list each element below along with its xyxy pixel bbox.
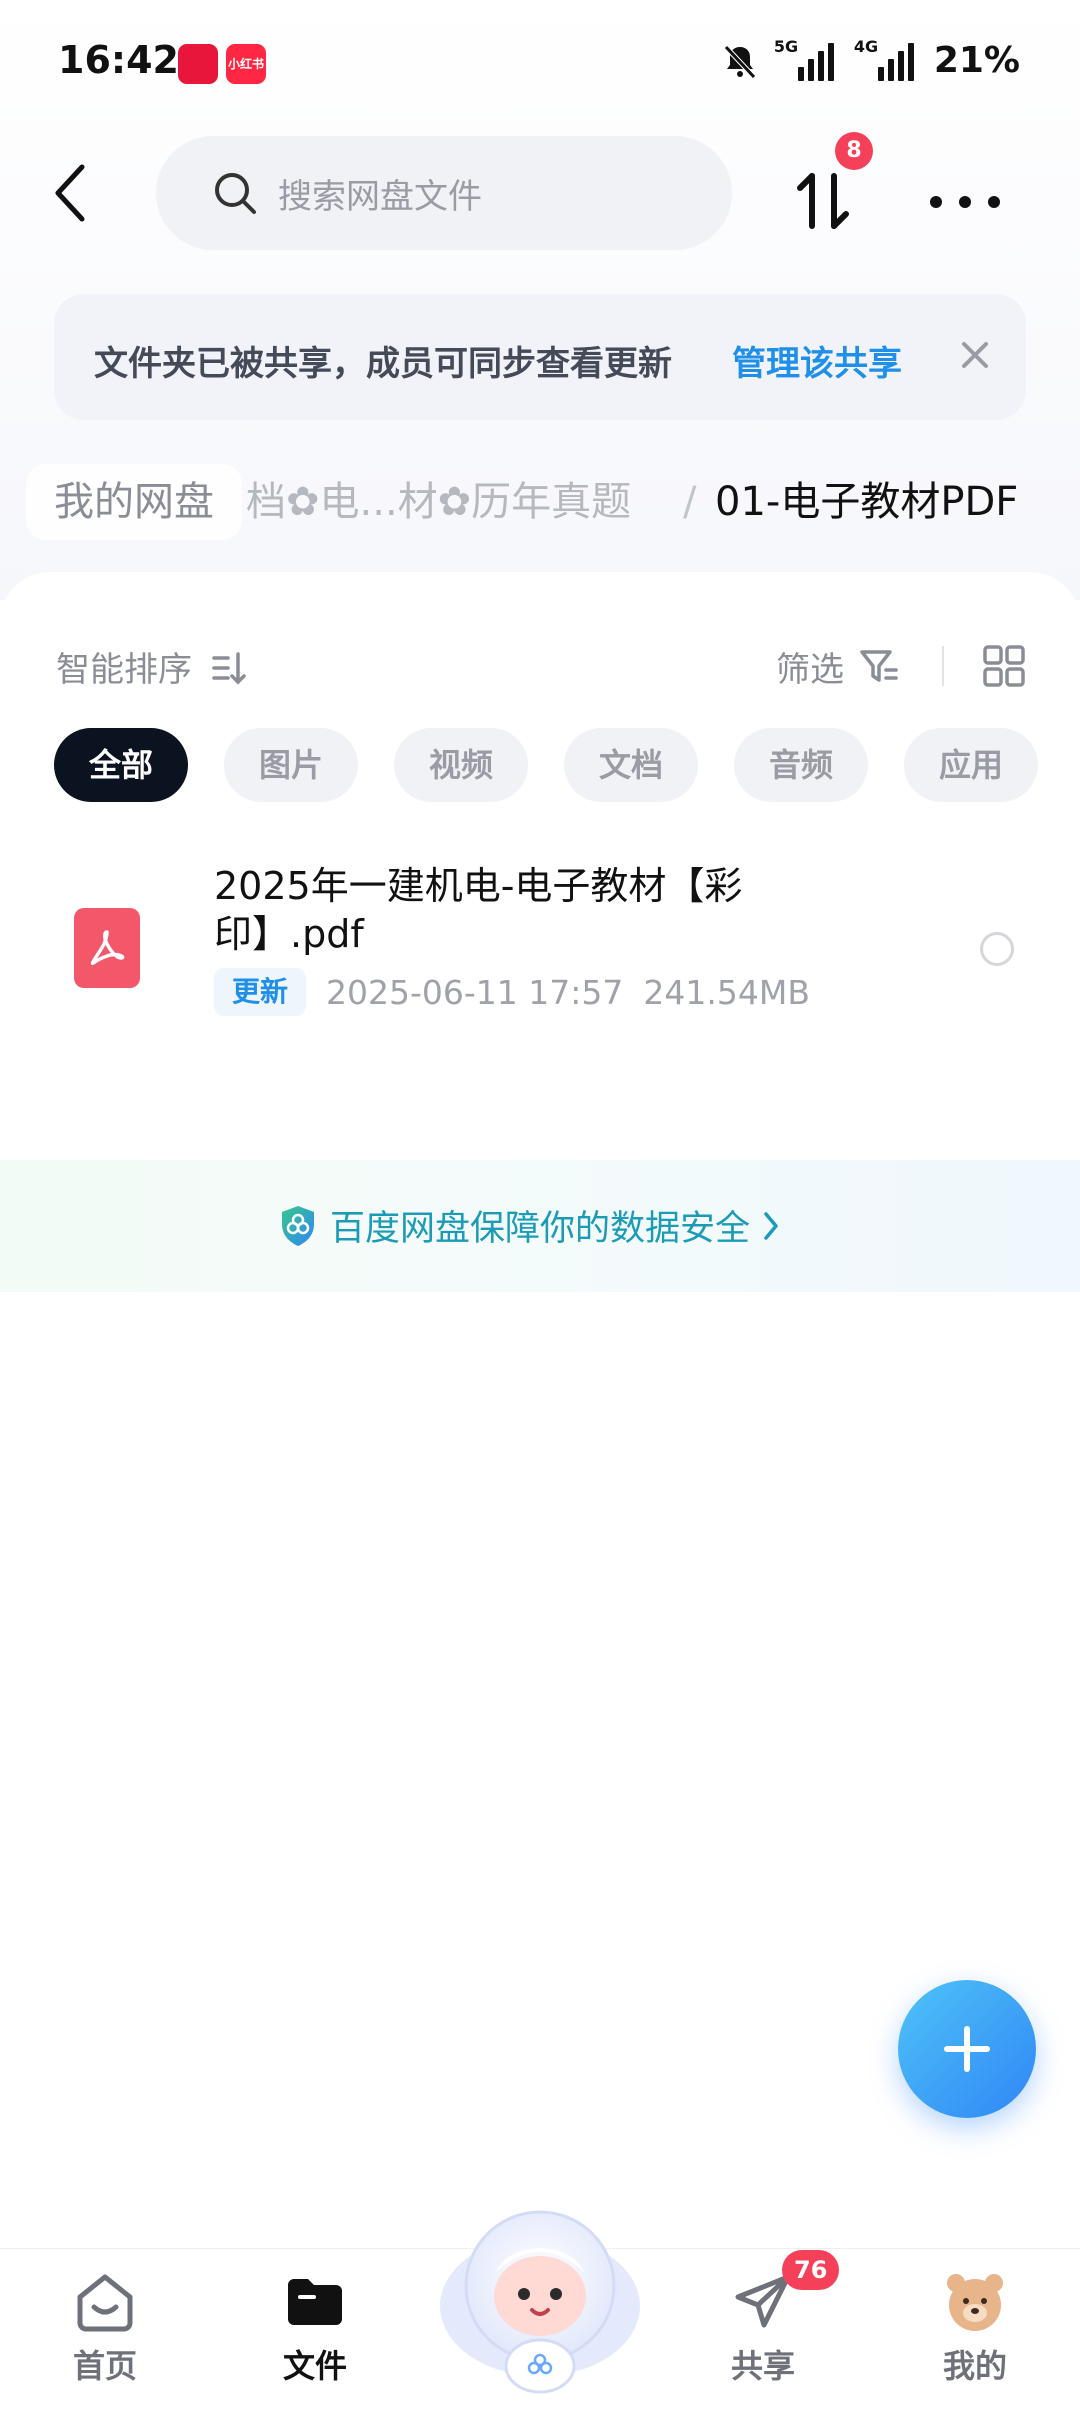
- folder-icon: [288, 2279, 342, 2325]
- sort-button[interactable]: 智能排序: [56, 642, 192, 691]
- status-indicators: 5G 4G 21%: [720, 37, 1020, 81]
- xiaohongshu-app-icon: 小红书: [226, 44, 266, 84]
- chevron-left-icon: [55, 164, 85, 222]
- tab-images[interactable]: 图片: [224, 728, 358, 802]
- header: 搜索网盘文件: [0, 128, 1080, 258]
- nav-files[interactable]: 文件: [240, 2269, 390, 2387]
- pdf-file-icon: [74, 908, 140, 988]
- toolbar-divider: [942, 646, 944, 686]
- add-button[interactable]: [898, 1980, 1036, 2118]
- filter-icon[interactable]: [858, 646, 900, 688]
- breadcrumb: 档✿电...材✿历年真题 我的网盘 / 01-电子教材PDF: [0, 462, 1080, 542]
- file-date: 2025-06-11 17:57: [326, 972, 624, 1012]
- signal-4g-label: 4G: [853, 36, 879, 56]
- search-input[interactable]: 搜索网盘文件: [156, 136, 732, 250]
- back-button[interactable]: [40, 158, 100, 228]
- transfer-count-badge: 8: [835, 132, 873, 170]
- nav-home[interactable]: 首页: [30, 2269, 180, 2387]
- share-notice-banner: 文件夹已被共享，成员可同步查看更新 管理该共享: [54, 294, 1026, 420]
- nav-home-label: 首页: [72, 2347, 137, 2385]
- sort-icon[interactable]: [210, 648, 250, 688]
- list-item[interactable]: 2025年一建机电-电子教材【彩印】.pdf 更新 2025-06-11 17:…: [0, 852, 1080, 1052]
- tab-documents[interactable]: 文档: [564, 728, 698, 802]
- breadcrumb-current: 01-电子教材PDF: [715, 479, 1019, 525]
- share-count-badge: 76: [782, 2250, 840, 2290]
- tmall-app-icon: [178, 44, 218, 84]
- more-dot: [959, 196, 971, 208]
- chevron-right-icon: [764, 1211, 778, 1240]
- share-notice-text: 文件夹已被共享，成员可同步查看更新: [94, 344, 672, 384]
- nav-mine-label: 我的: [942, 2347, 1007, 2385]
- select-checkbox[interactable]: [980, 932, 1014, 966]
- more-dot: [930, 196, 942, 208]
- status-time: 16:42: [58, 38, 179, 82]
- plus-icon: [944, 2026, 990, 2072]
- sort-filter-row: 智能排序 筛选: [0, 632, 1080, 702]
- breadcrumb-root[interactable]: 我的网盘: [26, 464, 242, 540]
- mute-bell-icon: [724, 44, 756, 79]
- data-safety-content: 百度网盘保障你的数据安全: [278, 1200, 782, 1251]
- manage-share-link[interactable]: 管理该共享: [732, 336, 902, 385]
- file-list-panel: 智能排序 筛选 全部 图片 视频 文档 音频 应用 2025年一建机电-电子教材…: [0, 572, 1080, 2242]
- grid-view-icon[interactable]: [982, 644, 1026, 688]
- file-name: 2025年一建机电-电子教材【彩印】.pdf: [214, 864, 743, 956]
- more-options-button[interactable]: [930, 172, 1000, 232]
- tab-all[interactable]: 全部: [54, 728, 188, 802]
- avatar: [947, 2274, 1003, 2331]
- close-icon[interactable]: [954, 334, 996, 376]
- update-badge: 更新: [214, 968, 307, 1016]
- tab-apps[interactable]: 应用: [904, 728, 1038, 802]
- nav-mine[interactable]: 我的: [900, 2269, 1050, 2387]
- more-dot: [988, 196, 1000, 208]
- signal-4g-icon: 4G: [854, 37, 920, 81]
- home-icon: [77, 2274, 133, 2332]
- search-icon: [215, 173, 256, 214]
- shield-icon: [282, 1205, 314, 1246]
- assistant-mascot-icon[interactable]: [430, 2186, 650, 2406]
- status-bar: 16:42 小红书 5G 4G 21%: [0, 0, 1080, 128]
- search-placeholder: 搜索网盘文件: [278, 176, 482, 217]
- battery-level: 21%: [933, 40, 1020, 81]
- signal-5g-label: 5G: [773, 36, 799, 56]
- file-size: 241.54MB: [643, 972, 810, 1012]
- signal-5g-icon: 5G: [774, 37, 840, 81]
- nav-share-label: 共享: [730, 2347, 795, 2385]
- filter-button[interactable]: 筛选: [776, 642, 844, 691]
- data-safety-banner[interactable]: 百度网盘保障你的数据安全: [0, 1160, 1080, 1292]
- breadcrumb-separator: /: [683, 479, 697, 525]
- category-tabs: 全部 图片 视频 文档 音频 应用: [54, 728, 1038, 802]
- transfer-list-icon[interactable]: [790, 168, 856, 234]
- nav-files-label: 文件: [282, 2347, 347, 2385]
- data-safety-text: 百度网盘保障你的数据安全: [330, 1209, 751, 1249]
- tab-videos[interactable]: 视频: [394, 728, 528, 802]
- tab-audio[interactable]: 音频: [734, 728, 868, 802]
- breadcrumb-middle[interactable]: 档✿电...材✿历年真题: [246, 464, 631, 540]
- file-meta: 更新 2025-06-11 17:57 241.54MB: [214, 968, 810, 1016]
